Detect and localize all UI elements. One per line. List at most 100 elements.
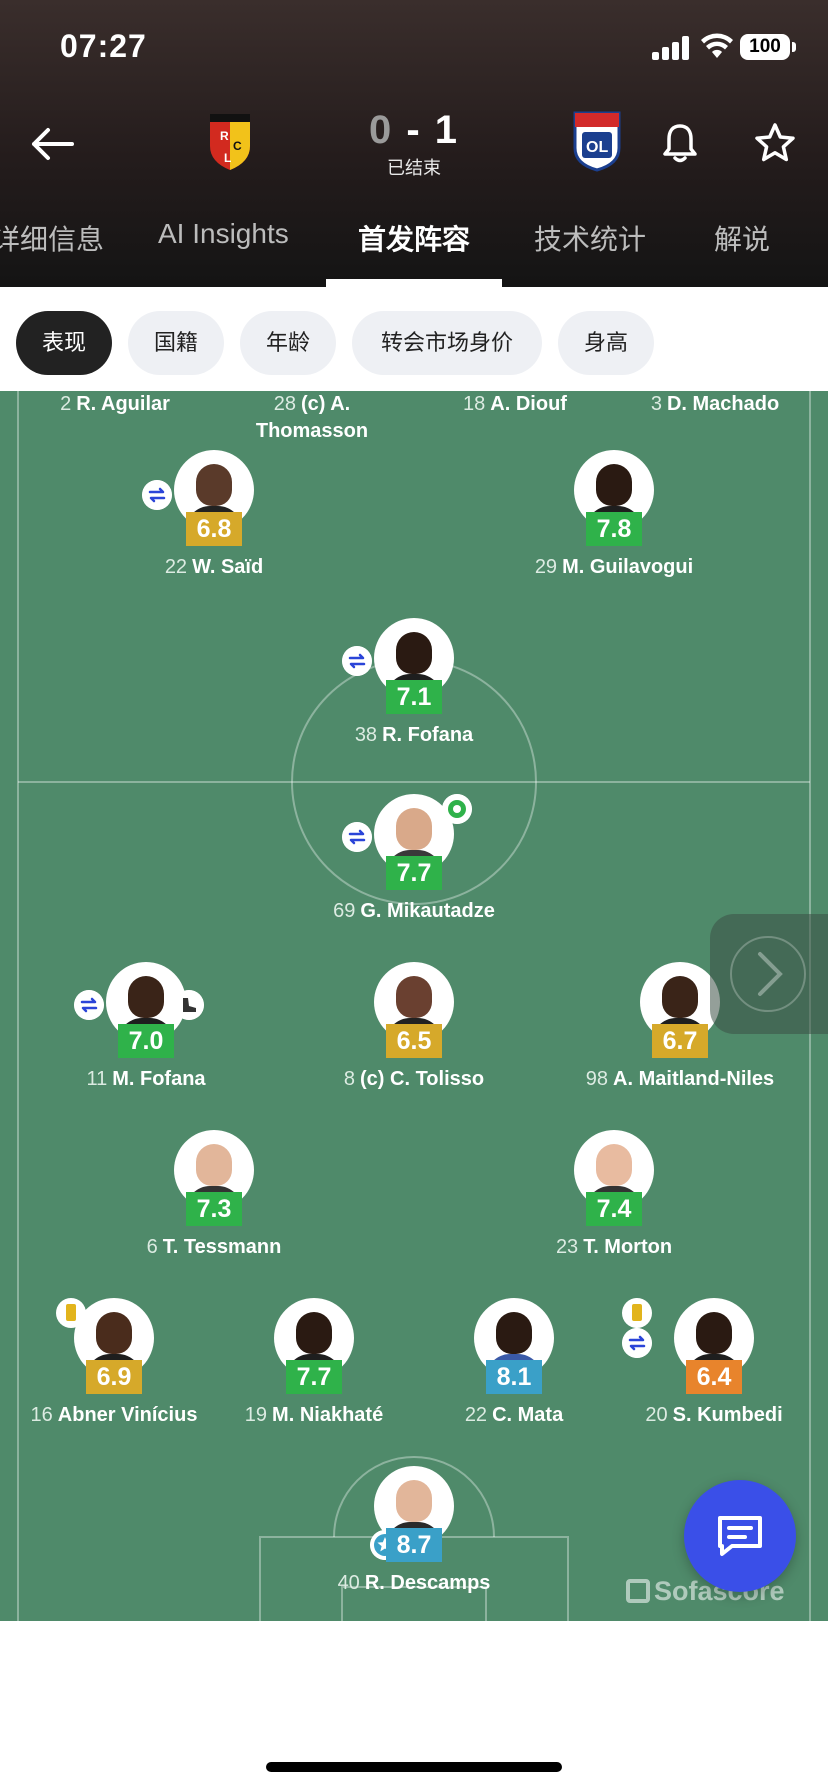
bell-icon[interactable] — [662, 122, 698, 164]
goal-icon — [442, 794, 472, 824]
match-score: 0 - 1 — [300, 108, 528, 153]
player-number: 8 — [343, 1068, 356, 1090]
player-rating: 8.1 — [486, 1360, 542, 1394]
player-niakhate[interactable]: 7.7 19 M. Niakhaté — [214, 1298, 414, 1458]
player-name: C. Mata — [492, 1404, 564, 1426]
tab-details[interactable]: 详细信息 — [0, 218, 104, 258]
player-rating: 6.4 — [686, 1360, 742, 1394]
player-name: W. Saïd — [192, 556, 264, 578]
match-status: 已结束 — [387, 158, 441, 178]
player-name: R. Descamps — [364, 1572, 491, 1594]
away-score: 1 — [434, 108, 460, 152]
player-name: A. Diouf — [490, 393, 567, 415]
substitution-icon — [74, 990, 104, 1020]
lens-badge-icon[interactable]: R C L — [206, 110, 254, 172]
next-team-button[interactable] — [710, 914, 828, 1034]
player-number: 6 — [146, 1236, 158, 1258]
back-arrow-icon[interactable] — [28, 122, 76, 166]
player-label: 11 M. Fofana — [16, 1066, 276, 1093]
player-descamps[interactable]: 8.7 40 R. Descamps — [314, 1466, 514, 1621]
player-name: A. Maitland-Niles — [613, 1068, 775, 1090]
player-morton[interactable]: 7.4 23 T. Morton — [514, 1130, 714, 1290]
player-name-line2: Thomasson — [255, 420, 369, 442]
player-number: 2 — [60, 393, 72, 415]
player-name: Abner Vinícius — [57, 1404, 198, 1426]
player-mikautadze[interactable]: 7.7 69 G. Mikautadze — [314, 794, 514, 954]
chip-nationality[interactable]: 国籍 — [128, 311, 224, 375]
player-label: 40 R. Descamps — [284, 1570, 544, 1597]
player-abner[interactable]: 6.9 16 Abner Vinícius — [14, 1298, 214, 1458]
player-guilavogui[interactable]: 7.8 29 M. Guilavogui — [514, 450, 714, 610]
sofascore-logo-icon — [626, 1579, 650, 1603]
player-number: 29 — [534, 556, 558, 578]
player-rating: 7.1 — [386, 680, 442, 714]
score-separator: - — [406, 108, 422, 152]
chip-market-value[interactable]: 转会市场身价 — [352, 311, 542, 375]
player-name-thomasson[interactable]: 28 (c) A. Thomasson — [222, 391, 402, 445]
status-time: 07:27 — [60, 28, 147, 64]
tab-lineups[interactable]: 首发阵容 — [358, 218, 470, 258]
lyon-badge-icon[interactable]: OL — [572, 110, 622, 172]
player-number: 11 — [86, 1068, 108, 1090]
player-said[interactable]: 6.8 22 W. Saïd — [114, 450, 314, 610]
filter-chips: 表现 国籍 年龄 转会市场身价 身高 — [0, 287, 828, 391]
player-r-fofana[interactable]: 7.1 38 R. Fofana — [314, 618, 514, 778]
chevron-right-icon — [730, 936, 806, 1012]
yellow-card-icon — [622, 1298, 652, 1328]
star-icon[interactable] — [754, 122, 796, 164]
player-label: 98 A. Maitland-Niles — [550, 1066, 810, 1093]
player-rating: 7.4 — [586, 1192, 642, 1226]
player-rating: 7.0 — [118, 1024, 174, 1058]
tab-commentary[interactable]: 解说 — [714, 218, 770, 258]
player-number: 22 — [464, 1404, 488, 1426]
player-number: 3 — [650, 393, 662, 415]
svg-text:L: L — [224, 151, 231, 165]
player-rating: 7.8 — [586, 512, 642, 546]
player-label: 23 T. Morton — [484, 1234, 744, 1261]
chip-height[interactable]: 身高 — [558, 311, 654, 375]
player-number: 40 — [337, 1572, 360, 1594]
tab-ai-insights[interactable]: AI Insights — [158, 218, 289, 250]
svg-text:OL: OL — [586, 139, 608, 156]
chip-performance[interactable]: 表现 — [16, 311, 112, 375]
player-tessmann[interactable]: 7.3 6 T. Tessmann — [114, 1130, 314, 1290]
svg-text:C: C — [233, 139, 242, 153]
chat-icon — [718, 1516, 762, 1556]
substitution-icon — [342, 646, 372, 676]
player-name-machado[interactable]: 3 D. Machado — [630, 391, 800, 418]
player-number: 19 — [244, 1404, 268, 1426]
player-tolisso[interactable]: 6.5 8 (c) C. Tolisso — [314, 962, 514, 1122]
tab-statistics[interactable]: 技术统计 — [534, 218, 646, 258]
player-label: 8 (c) C. Tolisso — [284, 1066, 544, 1093]
active-tab-indicator — [326, 279, 502, 287]
player-rating: 7.7 — [286, 1360, 342, 1394]
wifi-icon — [701, 33, 733, 58]
player-mata[interactable]: 8.1 22 C. Mata — [414, 1298, 614, 1458]
player-number: 18 — [463, 393, 486, 415]
player-m-fofana[interactable]: 7.0 11 M. Fofana — [46, 962, 246, 1122]
player-name: (c) A. — [300, 393, 351, 415]
battery-indicator: 100 — [740, 34, 796, 60]
player-name: S. Kumbedi — [672, 1404, 783, 1426]
player-name: G. Mikautadze — [360, 900, 495, 922]
substitution-icon — [342, 822, 372, 852]
player-name: M. Fofana — [112, 1068, 206, 1090]
player-name: T. Morton — [583, 1236, 673, 1258]
player-name-aguilar[interactable]: 2 R. Aguilar — [30, 391, 200, 418]
svg-text:R: R — [220, 129, 229, 143]
player-number: 16 — [30, 1404, 53, 1426]
player-name: R. Fofana — [382, 724, 474, 746]
player-label: 22 W. Saïd — [84, 554, 344, 581]
player-kumbedi[interactable]: 6.4 20 S. Kumbedi — [614, 1298, 814, 1458]
chip-age[interactable]: 年龄 — [240, 311, 336, 375]
signal-icon — [652, 36, 692, 60]
home-indicator[interactable] — [266, 1762, 562, 1772]
player-name-diouf[interactable]: 18 A. Diouf — [430, 391, 600, 418]
player-label: 69 G. Mikautadze — [284, 898, 544, 925]
chat-button[interactable] — [684, 1480, 796, 1592]
player-number: 69 — [333, 900, 356, 922]
player-label: 20 S. Kumbedi — [584, 1402, 828, 1429]
yellow-card-icon — [56, 1298, 86, 1328]
player-number: 98 — [585, 1068, 609, 1090]
player-name: T. Tessmann — [162, 1236, 282, 1258]
